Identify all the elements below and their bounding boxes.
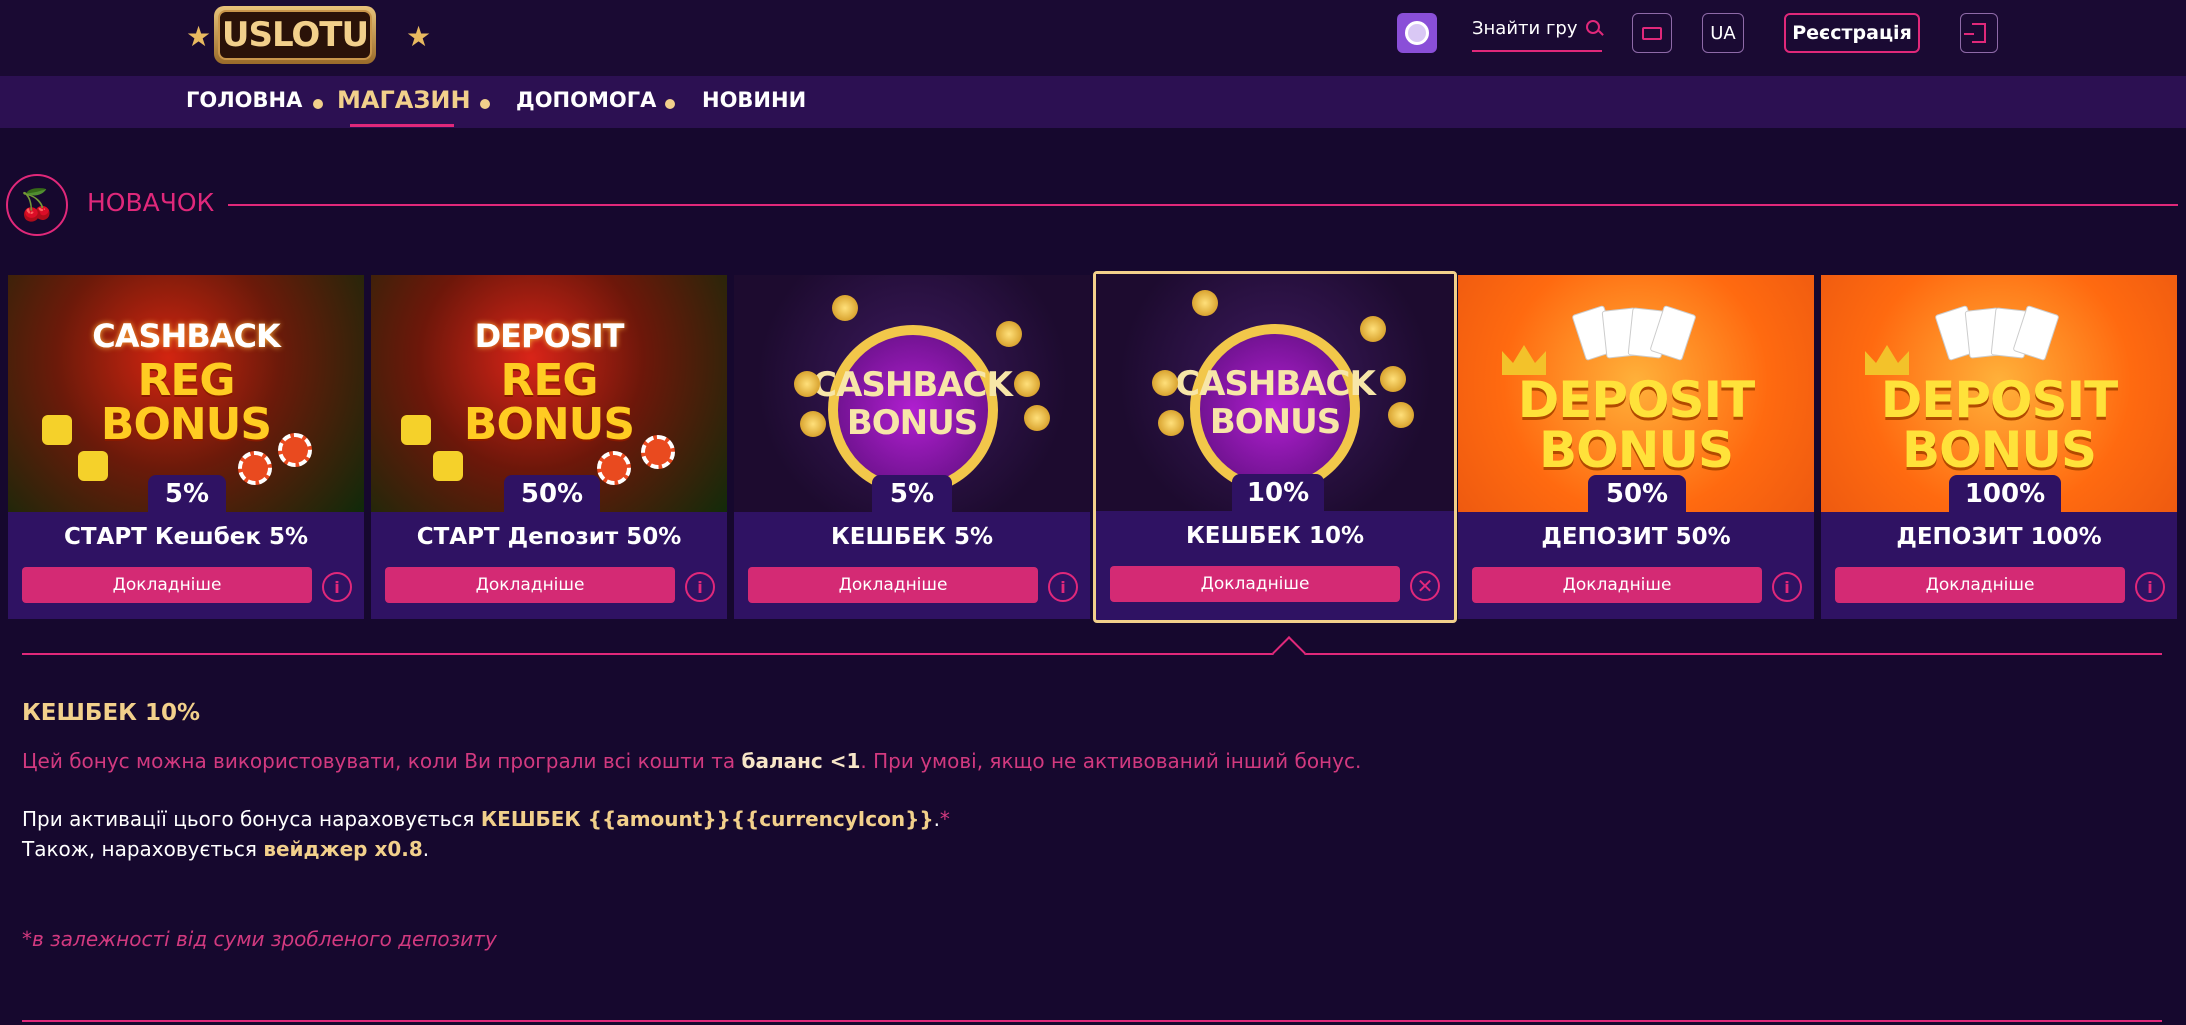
chip-icon bbox=[597, 451, 631, 485]
search-icon[interactable] bbox=[1586, 20, 1600, 34]
bonus-cards: CASHBACK REG BONUS 5% СТАРТ Кешбек 5% До… bbox=[8, 271, 2180, 623]
keyboard-icon bbox=[1642, 26, 1662, 40]
card-title: КЕШБЕК 10% bbox=[1185, 523, 1365, 549]
nav-item-help[interactable]: ДОПОМОГА bbox=[516, 88, 656, 112]
detail-condition: Цей бонус можна використовувати, коли Ви… bbox=[22, 749, 1362, 773]
avatar-icon bbox=[1405, 21, 1429, 45]
chip-icon bbox=[278, 433, 312, 467]
dice-icon bbox=[42, 415, 72, 445]
card-title: ДЕПОЗИТ 50% bbox=[1541, 524, 1731, 550]
dice-icon bbox=[401, 415, 431, 445]
logo-text: USLOTU bbox=[218, 10, 372, 60]
percent-badge: 50% bbox=[504, 475, 600, 513]
search-placeholder: Знайти гру bbox=[1472, 18, 1578, 39]
detail-wager: Також, нараховується вейджер x0.8. bbox=[22, 837, 430, 861]
nav-item-home[interactable]: ГОЛОВНА bbox=[186, 88, 302, 112]
star-icon: ★ bbox=[406, 20, 432, 53]
coin-icon bbox=[800, 411, 826, 437]
bonus-card[interactable]: DEPOSIT REG BONUS 50% СТАРТ Депозит 50% … bbox=[371, 275, 727, 619]
percent-badge: 5% bbox=[872, 475, 952, 513]
percent-badge: 10% bbox=[1232, 474, 1324, 512]
nav-item-shop[interactable]: МАГАЗИН bbox=[337, 86, 471, 114]
details-button[interactable]: Докладніше bbox=[1472, 567, 1762, 603]
details-button[interactable]: Докладніше bbox=[748, 567, 1038, 603]
detail-pointer bbox=[1272, 636, 1306, 670]
card-title: ДЕПОЗИТ 100% bbox=[1896, 524, 2102, 550]
coin-icon bbox=[1014, 371, 1040, 397]
coin-icon bbox=[1360, 316, 1386, 342]
info-icon[interactable]: i bbox=[685, 572, 715, 602]
detail-footnote: *в залежності від суми зробленого депози… bbox=[22, 927, 497, 951]
info-icon[interactable]: i bbox=[1048, 572, 1078, 602]
playing-cards-icon bbox=[1934, 304, 2060, 363]
detail-reward: При активації цього бонуса нараховується… bbox=[22, 807, 950, 831]
coin-icon bbox=[1388, 402, 1414, 428]
image-text: CASHBACK bbox=[92, 317, 281, 355]
coin-icon bbox=[1192, 290, 1218, 316]
coin-icon bbox=[1158, 410, 1184, 436]
coin-icon bbox=[996, 321, 1022, 347]
playing-cards-icon bbox=[1571, 304, 1697, 363]
cherry-icon: 🍒 bbox=[6, 174, 68, 236]
section-divider bbox=[228, 204, 2178, 206]
login-button[interactable] bbox=[1960, 13, 1998, 53]
bonus-card[interactable]: DEPOSIT BONUS 50% ДЕПОЗИТ 50% Докладніше… bbox=[1458, 275, 1814, 619]
info-icon[interactable]: i bbox=[322, 572, 352, 602]
keyboard-button[interactable] bbox=[1632, 13, 1672, 53]
close-icon[interactable]: ✕ bbox=[1410, 571, 1440, 601]
info-icon[interactable]: i bbox=[1772, 572, 1802, 602]
coin-icon bbox=[1380, 366, 1406, 392]
language-button[interactable]: UA bbox=[1702, 13, 1744, 53]
nav-separator bbox=[665, 99, 675, 109]
active-nav-underline bbox=[350, 124, 454, 127]
detail-divider bbox=[22, 653, 2162, 655]
nav-item-news[interactable]: НОВИНИ bbox=[702, 88, 806, 112]
star-icon: ★ bbox=[186, 20, 212, 53]
details-button[interactable]: Докладніше bbox=[1110, 566, 1400, 602]
details-button[interactable]: Докладніше bbox=[22, 567, 312, 603]
coin-icon bbox=[794, 371, 820, 397]
login-icon bbox=[1964, 23, 1986, 43]
card-title: СТАРТ Депозит 50% bbox=[416, 524, 682, 550]
section-title: НОВАЧОК bbox=[87, 188, 215, 217]
chip-icon bbox=[641, 435, 675, 469]
bonus-card[interactable]: DEPOSIT BONUS 100% ДЕПОЗИТ 100% Докладні… bbox=[1821, 275, 2177, 619]
nav-separator bbox=[480, 99, 490, 109]
bottom-divider bbox=[22, 1020, 2162, 1022]
section-header: 🍒 НОВАЧОК bbox=[0, 170, 2186, 238]
image-text: BONUS bbox=[1901, 421, 2097, 479]
card-title: СТАРТ Кешбек 5% bbox=[63, 524, 309, 550]
coin-icon bbox=[832, 295, 858, 321]
search-input[interactable]: Знайти гру bbox=[1472, 16, 1602, 52]
percent-badge: 50% bbox=[1588, 475, 1686, 513]
bonus-card[interactable]: CASHBACK BONUS 5% КЕШБЕК 5% Докладніше i bbox=[734, 275, 1090, 619]
chip-icon bbox=[238, 451, 272, 485]
percent-badge: 100% bbox=[1949, 475, 2061, 513]
support-avatar-button[interactable] bbox=[1397, 13, 1437, 53]
bonus-card[interactable]: CASHBACK REG BONUS 5% СТАРТ Кешбек 5% До… bbox=[8, 275, 364, 619]
coin-icon bbox=[1024, 405, 1050, 431]
bonus-card-selected[interactable]: CASHBACK BONUS 10% КЕШБЕК 10% Докладніше… bbox=[1093, 271, 1457, 623]
image-text: DEPOSIT bbox=[474, 317, 625, 355]
coin-icon bbox=[1152, 370, 1178, 396]
image-text: BONUS bbox=[1538, 421, 1734, 479]
register-button[interactable]: Реєстрація bbox=[1784, 13, 1920, 53]
detail-title: КЕШБЕК 10% bbox=[22, 700, 201, 726]
card-title: КЕШБЕК 5% bbox=[830, 524, 994, 550]
dice-icon bbox=[433, 451, 463, 481]
nav-separator bbox=[313, 99, 323, 109]
header: ★ USLOTU ★ Знайти гру UA Реєстрація bbox=[0, 0, 2186, 76]
dice-icon bbox=[78, 451, 108, 481]
info-icon[interactable]: i bbox=[2135, 572, 2165, 602]
details-button[interactable]: Докладніше bbox=[1835, 567, 2125, 603]
logo[interactable]: ★ USLOTU ★ bbox=[186, 4, 431, 66]
main-nav: ГОЛОВНА МАГАЗИН ДОПОМОГА НОВИНИ bbox=[0, 76, 2186, 128]
details-button[interactable]: Докладніше bbox=[385, 567, 675, 603]
percent-badge: 5% bbox=[148, 475, 226, 513]
bonus-detail: КЕШБЕК 10% Цей бонус можна використовува… bbox=[22, 700, 1622, 954]
